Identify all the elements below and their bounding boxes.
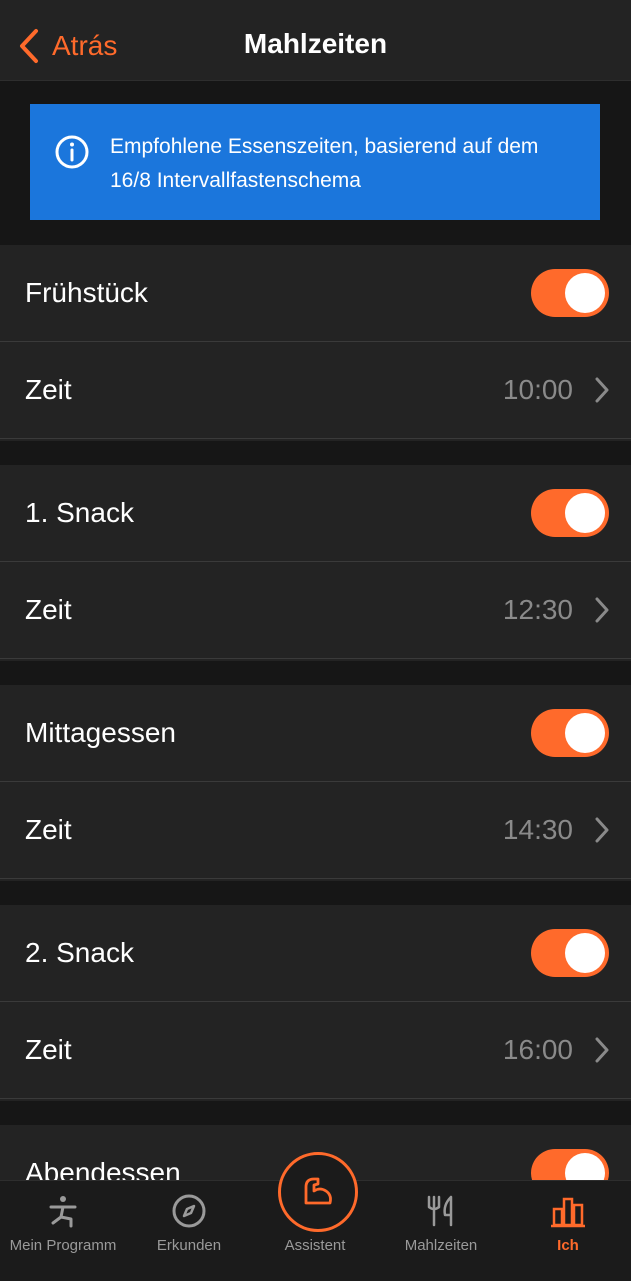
meal-section-lunch: Mittagessen Zeit 14:30 bbox=[0, 685, 631, 881]
banner-text: Empfohlene Essenszeiten, basierend auf d… bbox=[110, 135, 539, 192]
time-value: 14:30 bbox=[502, 814, 573, 845]
meal-section-breakfast: Frühstück Zeit 10:00 bbox=[0, 245, 631, 441]
meal-toggle-row: 2. Snack bbox=[0, 905, 631, 1002]
time-value: 10:00 bbox=[502, 374, 573, 405]
toggle-knob bbox=[565, 933, 605, 973]
toggle-knob bbox=[565, 1153, 605, 1180]
meal-toggle[interactable] bbox=[531, 709, 609, 757]
tab-label: Ich bbox=[557, 1237, 579, 1254]
compass-icon bbox=[172, 1194, 206, 1228]
meal-toggle-row: Frühstück bbox=[0, 245, 631, 342]
tab-label: Mahlzeiten bbox=[404, 1237, 478, 1254]
toggle-knob bbox=[565, 713, 605, 753]
chevron-right-icon bbox=[595, 1037, 609, 1063]
meal-time-row[interactable]: Zeit 16:00 bbox=[0, 1002, 631, 1099]
navigation-bar: Atrás Mahlzeiten bbox=[0, 0, 631, 81]
tab-mein-programm[interactable]: Mein Programm bbox=[0, 1181, 126, 1281]
meal-toggle[interactable] bbox=[531, 269, 609, 317]
meal-name: 2. Snack bbox=[25, 937, 134, 968]
info-banner: Empfohlene Essenszeiten, basierend auf d… bbox=[30, 104, 600, 220]
meal-name: Frühstück bbox=[25, 277, 148, 308]
figure-icon bbox=[49, 1196, 77, 1228]
meal-section-snack-1: 1. Snack Zeit 12:30 bbox=[0, 465, 631, 661]
time-value: 16:00 bbox=[502, 1034, 573, 1065]
meal-toggle-row: Mittagessen bbox=[0, 685, 631, 782]
tab-mahlzeiten[interactable]: Mahlzeiten bbox=[378, 1181, 504, 1281]
chevron-right-icon bbox=[595, 817, 609, 843]
meal-name: Abendessen bbox=[25, 1157, 181, 1180]
bar-chart-icon bbox=[551, 1197, 585, 1228]
meal-name: Mittagessen bbox=[25, 717, 176, 748]
tab-label: Assistent bbox=[284, 1237, 346, 1254]
muscle-icon bbox=[304, 1177, 332, 1205]
fork-knife-icon bbox=[427, 1195, 453, 1227]
time-label: Zeit bbox=[25, 1034, 72, 1065]
toggle-knob bbox=[565, 273, 605, 313]
tab-erkunden[interactable]: Erkunden bbox=[126, 1181, 252, 1281]
meal-section-snack-2: 2. Snack Zeit 16:00 bbox=[0, 905, 631, 1101]
tab-ich[interactable]: Ich bbox=[505, 1181, 631, 1281]
meal-toggle[interactable] bbox=[531, 929, 609, 977]
meal-toggle[interactable] bbox=[531, 489, 609, 537]
tab-label: Erkunden bbox=[156, 1237, 222, 1254]
page-title: Mahlzeiten bbox=[243, 28, 388, 59]
meal-toggle[interactable] bbox=[531, 1149, 609, 1180]
meal-name: 1. Snack bbox=[25, 497, 134, 528]
time-label: Zeit bbox=[25, 814, 72, 845]
assistant-button[interactable] bbox=[278, 1152, 358, 1232]
chevron-right-icon bbox=[595, 597, 609, 623]
time-value: 12:30 bbox=[502, 594, 573, 625]
time-label: Zeit bbox=[25, 594, 72, 625]
meal-time-row[interactable]: Zeit 14:30 bbox=[0, 782, 631, 879]
meal-time-row[interactable]: Zeit 12:30 bbox=[0, 562, 631, 659]
chevron-right-icon bbox=[595, 377, 609, 403]
toggle-knob bbox=[565, 493, 605, 533]
meal-toggle-row: 1. Snack bbox=[0, 465, 631, 562]
meal-time-row[interactable]: Zeit 10:00 bbox=[0, 342, 631, 439]
info-icon bbox=[55, 135, 89, 169]
time-label: Zeit bbox=[25, 374, 72, 405]
